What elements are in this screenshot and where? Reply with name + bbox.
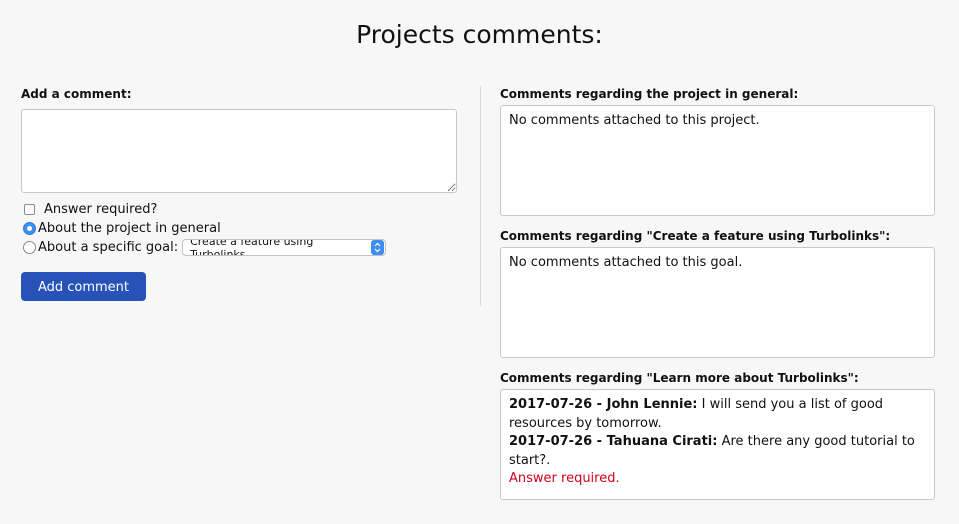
add-comment-form: Add a comment: Answer required? About th… — [21, 86, 461, 301]
section-goal-learn: Comments regarding "Learn more about Tur… — [500, 370, 936, 500]
comment-item: 2017-07-26 - John Lennie: I will send yo… — [509, 396, 926, 433]
section-goal-create: Comments regarding "Create a feature usi… — [500, 228, 936, 358]
radio-general[interactable] — [23, 222, 36, 235]
comment-panel-general[interactable]: No comments attached to this project. — [500, 105, 935, 216]
radio-goal-row[interactable]: About a specific goal: Create a feature … — [21, 238, 461, 257]
empty-message: No comments attached to this project. — [509, 113, 760, 128]
radio-general-label: About the project in general — [38, 221, 221, 236]
add-comment-label: Add a comment: — [21, 87, 132, 101]
updown-chevron-svg — [374, 242, 381, 253]
section-goal-learn-heading: Comments regarding "Learn more about Tur… — [500, 371, 859, 385]
comment-textarea[interactable] — [21, 109, 457, 193]
answer-required-row[interactable]: Answer required? — [21, 200, 461, 219]
radio-goal-label: About a specific goal: — [38, 240, 179, 255]
select-chevron-icon — [371, 240, 385, 255]
radio-general-row[interactable]: About the project in general — [21, 219, 461, 238]
empty-message: No comments attached to this goal. — [509, 255, 743, 270]
comments-column: Comments regarding the project in genera… — [500, 86, 936, 512]
column-divider — [480, 86, 481, 306]
answer-required-checkbox[interactable] — [24, 204, 35, 215]
comment-panel-goal-learn[interactable]: 2017-07-26 - John Lennie: I will send yo… — [500, 389, 935, 500]
page-title: Projects comments: — [356, 20, 603, 49]
answer-required-note: Answer required. — [509, 471, 620, 486]
comment-item: 2017-07-26 - Tahuana Cirati: Are there a… — [509, 433, 926, 470]
section-goal-create-heading: Comments regarding "Create a feature usi… — [500, 229, 891, 243]
comment-meta: 2017-07-26 - Tahuana Cirati: — [509, 434, 718, 449]
add-comment-button[interactable]: Add comment — [21, 272, 146, 301]
goal-select-value: Create a feature using Turbolinks — [190, 239, 314, 256]
answer-required-label: Answer required? — [44, 202, 158, 217]
radio-specific-goal[interactable] — [23, 241, 36, 254]
section-general-heading: Comments regarding the project in genera… — [500, 87, 799, 101]
comment-meta: 2017-07-26 - John Lennie: — [509, 397, 698, 412]
comment-panel-goal-create[interactable]: No comments attached to this goal. — [500, 247, 935, 358]
section-general: Comments regarding the project in genera… — [500, 86, 936, 216]
goal-select[interactable]: Create a feature using Turbolinks — [182, 239, 387, 256]
